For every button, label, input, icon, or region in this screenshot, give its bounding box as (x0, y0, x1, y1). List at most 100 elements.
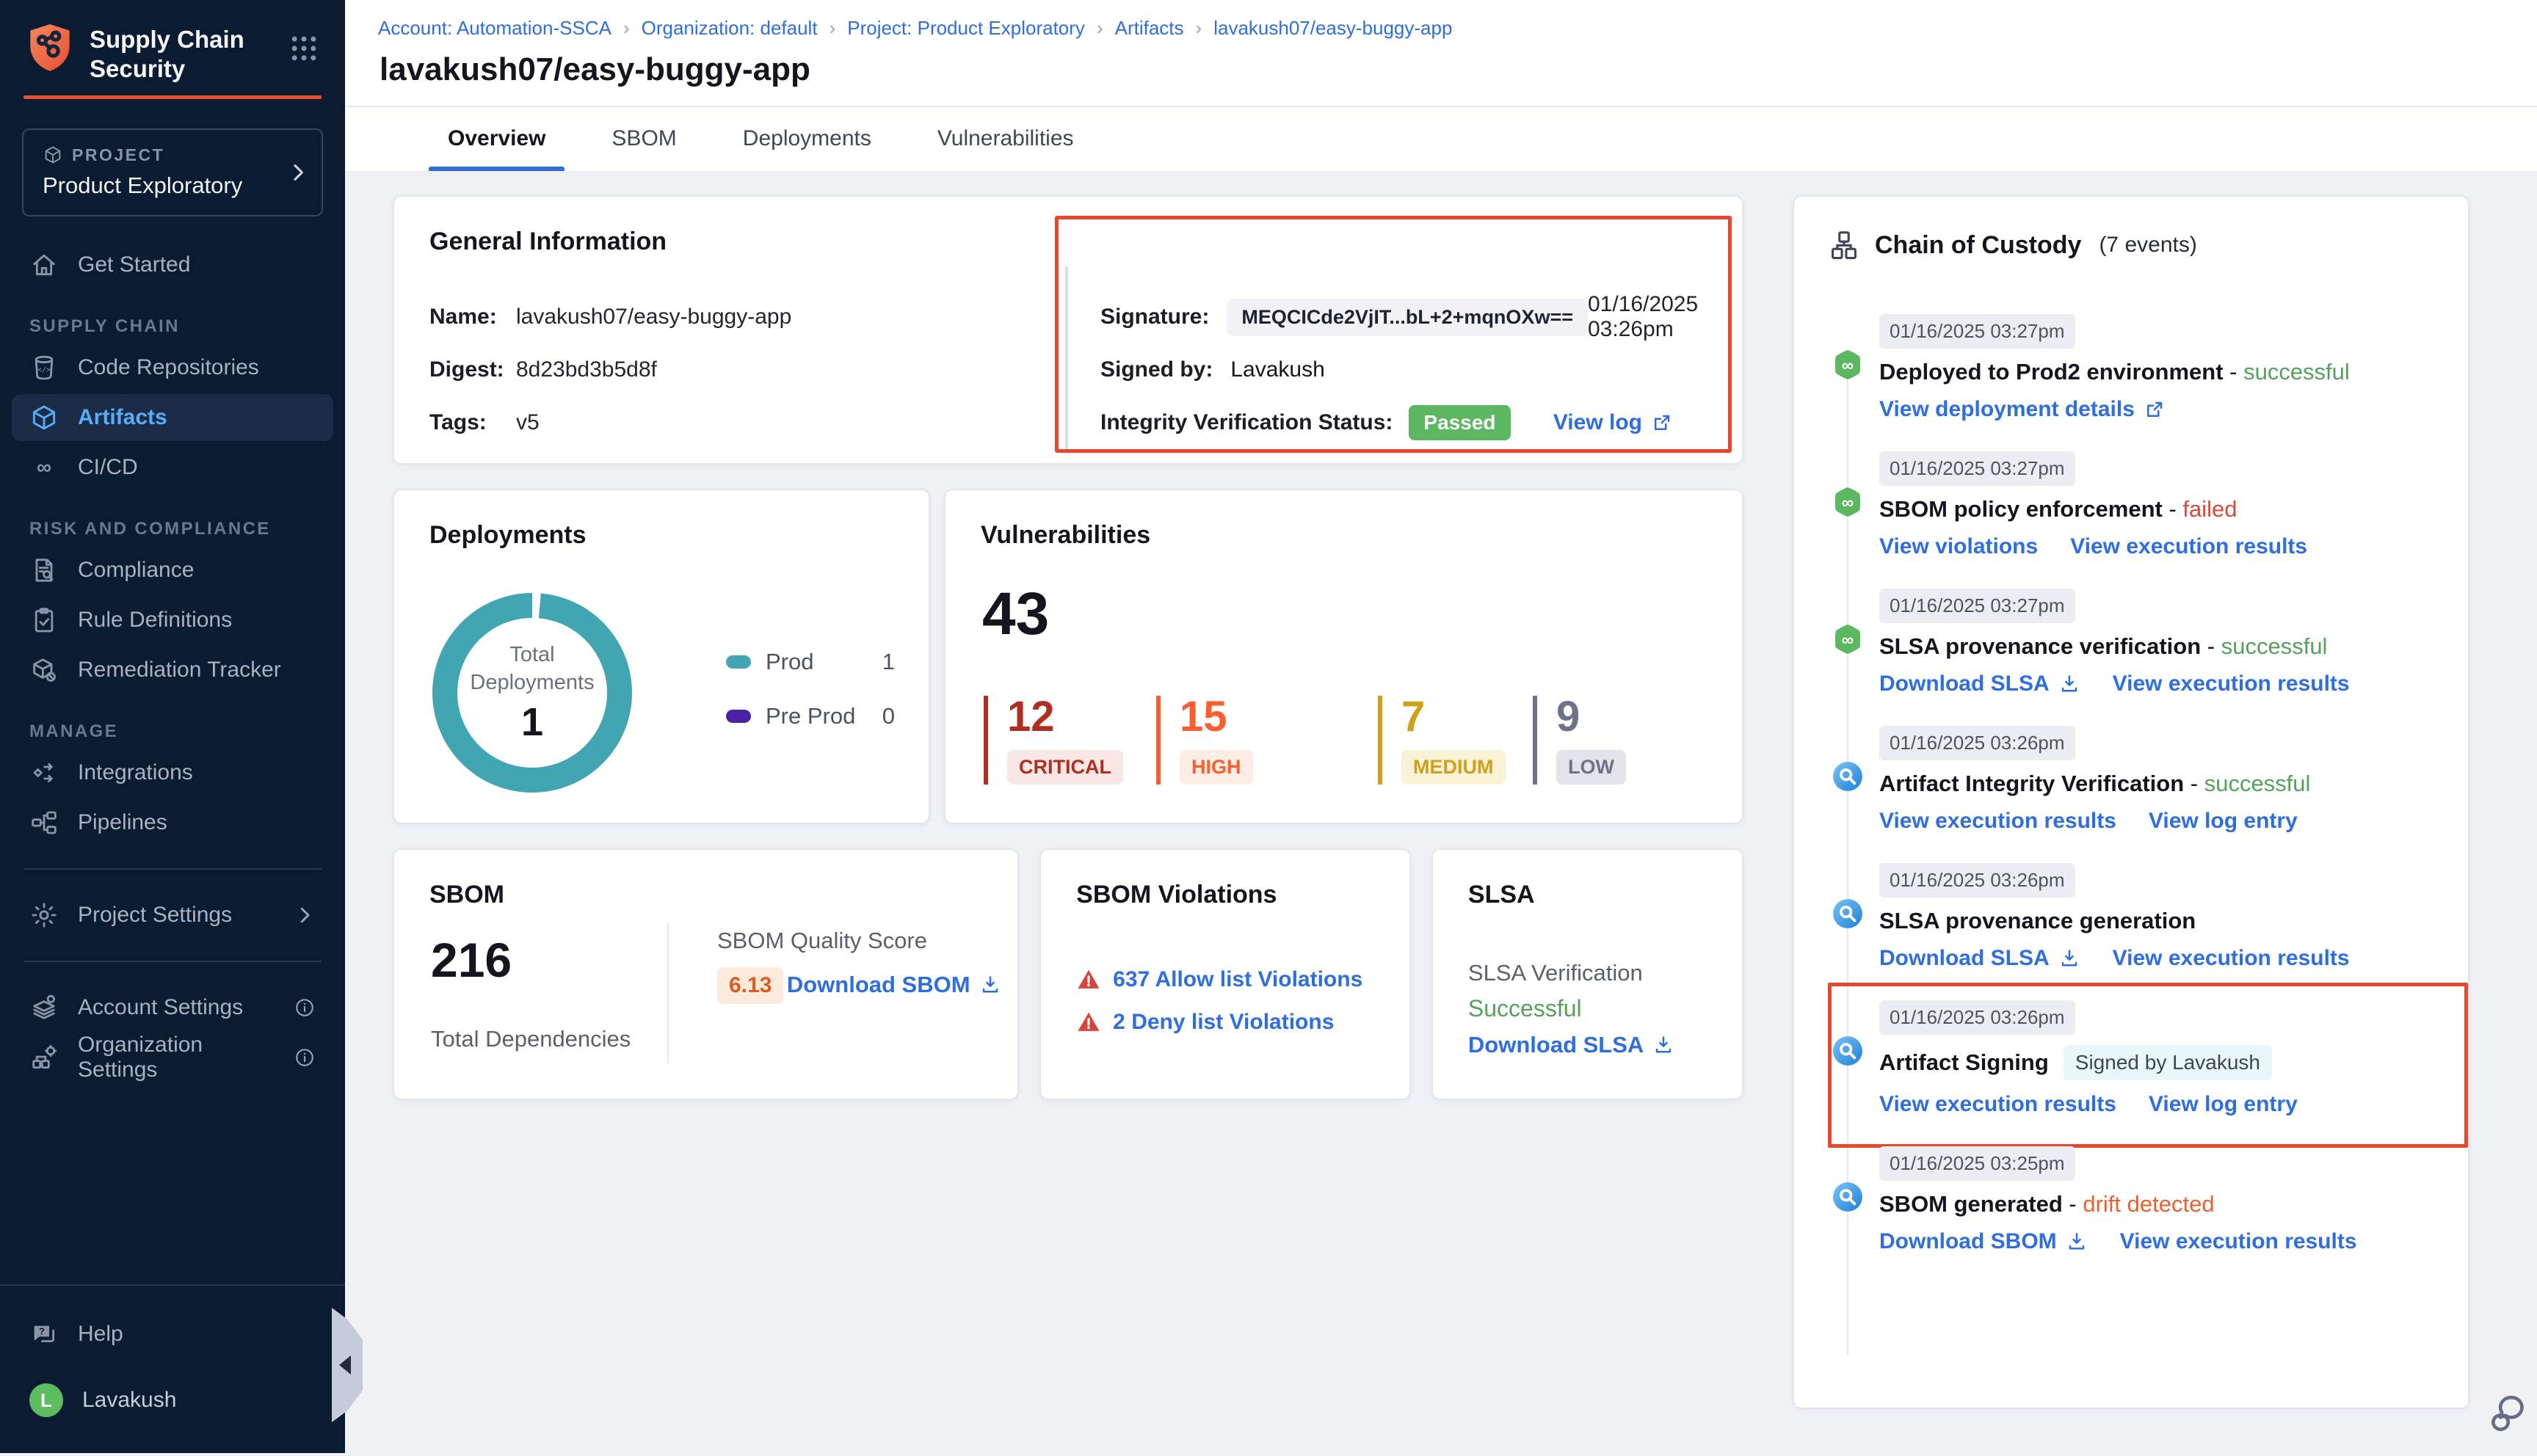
user-avatar: L (29, 1383, 63, 1417)
sidebar-item-compliance[interactable]: Compliance (12, 547, 333, 594)
field-value: v5 (516, 410, 540, 435)
nav-divider (23, 868, 322, 870)
breadcrumb-link[interactable]: lavakush07/easy-buggy-app (1213, 17, 1452, 40)
download-icon (2058, 947, 2080, 969)
legend-label: Prod (766, 649, 813, 675)
sidebar-item-project-settings[interactable]: Project Settings (12, 892, 333, 939)
sidebar-item-pipelines[interactable]: Pipelines (12, 799, 333, 846)
sidebar-item-ci-cd[interactable]: ∞CI/CD (12, 444, 333, 491)
breadcrumb-link[interactable]: Organization: default (642, 17, 818, 40)
event-status: failed (2182, 496, 2237, 523)
event-link-download-slsa[interactable]: Download SLSA (1879, 946, 2080, 971)
event-link-view-execution-results[interactable]: View execution results (1879, 809, 2116, 834)
event-status: successful (2204, 771, 2311, 797)
event-link-view-log-entry[interactable]: View log entry (2149, 809, 2298, 834)
integrity-status-badge: Passed (1409, 405, 1510, 440)
project-selector[interactable]: PROJECT Product Exploratory (22, 128, 323, 216)
main-area: Account: Automation-SSCA › Organization: d… (345, 0, 2537, 1453)
sidebar-item-integrations[interactable]: Integrations (12, 749, 333, 796)
event-link-view-deployment-details[interactable]: View deployment details (1879, 397, 2166, 422)
warning-triangle-icon (1076, 967, 1101, 992)
sidebar-item-get-started[interactable]: Get Started (12, 241, 333, 288)
external-link-icon (1651, 412, 1673, 434)
gear-icon (29, 900, 59, 930)
sidebar-item-artifacts[interactable]: Artifacts (12, 394, 333, 441)
sbom-violations-card: SBOM Violations 637 Allow list Violation… (1039, 848, 1411, 1100)
hierarchy-icon (1828, 229, 1860, 261)
clipboard-check-icon (29, 605, 59, 635)
timeline-event-sbom-generated: 01/16/2025 03:25pmSBOM generated - drift… (1829, 1146, 2433, 1254)
collapse-left-arrow-icon (339, 1355, 351, 1375)
breadcrumb-link[interactable]: Artifacts (1115, 17, 1184, 40)
sidebar-item-account-settings[interactable]: Account Settings (12, 984, 333, 1031)
sidebar-item-rule-definitions[interactable]: Rule Definitions (12, 597, 333, 644)
field-label: Tags: (429, 410, 516, 435)
sidebar-item-organization-settings[interactable]: Organization Settings (12, 1034, 333, 1081)
tab-vulnerabilities[interactable]: Vulnerabilities (918, 107, 1093, 171)
violation-link[interactable]: 2 Deny list Violations (1113, 1010, 1334, 1035)
event-link-download-slsa[interactable]: Download SLSA (1879, 671, 2080, 696)
legend-item-pre-prod: Pre Prod0 (726, 703, 895, 729)
event-links: Download SBOM View execution results (1879, 1229, 2433, 1254)
event-timestamp: 01/16/2025 03:27pm (1879, 451, 2075, 486)
download-icon (1652, 1034, 1674, 1056)
violation-row: 2 Deny list Violations (1076, 1010, 1362, 1035)
sbom-quality-label: SBOM Quality Score (717, 928, 1001, 954)
sidebar-item-remediation-tracker[interactable]: Remediation Tracker (12, 647, 333, 694)
event-link-view-execution-results[interactable]: View execution results (2120, 1229, 2357, 1254)
sidebar-item-label: Account Settings (78, 995, 243, 1020)
event-link-view-execution-results[interactable]: View execution results (2113, 946, 2350, 971)
signed-by-label: Signed by: (1100, 357, 1213, 382)
event-link-download-sbom[interactable]: Download SBOM (1879, 1229, 2088, 1254)
event-links: View execution results View log entry (1879, 1092, 2433, 1117)
severity-badge: HIGH (1180, 750, 1253, 785)
breadcrumb-separator: › (623, 17, 630, 40)
svg-text:∞: ∞ (37, 456, 51, 479)
app-switcher-grid-icon[interactable] (288, 32, 320, 65)
download-slsa-link[interactable]: Download SLSA (1468, 1032, 1674, 1058)
timeline-event-slsa-provenance-generation: 01/16/2025 03:26pmSLSA provenance genera… (1829, 863, 2433, 971)
support-chat-icon[interactable] (2486, 1391, 2528, 1434)
tab-overview[interactable]: Overview (429, 107, 565, 171)
project-selector-label: PROJECT (72, 145, 164, 165)
event-link-view-execution-results[interactable]: View execution results (2070, 534, 2307, 559)
signature-scrollbar[interactable] (1065, 266, 1068, 450)
sidebar-item-label: Get Started (78, 252, 190, 277)
warning-triangle-icon (1076, 1010, 1101, 1035)
event-title: Deployed to Prod2 environment - successf… (1879, 359, 2433, 385)
field-digest: Digest: 8d23bd3b5d8f (429, 343, 791, 396)
event-link-view-execution-results[interactable]: View execution results (2113, 671, 2350, 696)
event-title: SLSA provenance generation (1879, 908, 2433, 934)
general-information-fields: Name: lavakush07/easy-buggy-app Digest: … (429, 291, 791, 449)
sbom-card: SBOM 216 Total Dependencies SBOM Quality… (393, 848, 1019, 1100)
tab-sbom[interactable]: SBOM (592, 107, 695, 171)
severity-count: 7 (1401, 696, 1533, 738)
tab-deployments[interactable]: Deployments (724, 107, 890, 171)
sidebar-item-code-repositories[interactable]: </>Code Repositories (12, 344, 333, 391)
view-log-link[interactable]: View log (1553, 410, 1708, 435)
integrity-label: Integrity Verification Status: (1100, 410, 1393, 435)
breadcrumb-link[interactable]: Project: Product Exploratory (847, 17, 1085, 40)
sbom-divider (667, 923, 669, 1063)
sidebar-logo-row: Supply Chain Security (0, 0, 345, 84)
sidebar-item-help[interactable]: ? Help (12, 1311, 333, 1358)
scan-search-icon (1831, 1180, 1865, 1214)
download-icon (979, 974, 1001, 996)
sidebar-user-menu[interactable]: L Lavakush (12, 1377, 333, 1424)
event-title: SBOM generated - drift detected (1879, 1191, 2433, 1217)
chain-of-custody-title: Chain of Custody (1875, 231, 2081, 260)
violation-row: 637 Allow list Violations (1076, 967, 1362, 992)
event-links: View deployment details (1879, 397, 2433, 422)
download-sbom-link[interactable]: Download SBOM (787, 972, 1001, 998)
violation-link[interactable]: 637 Allow list Violations (1113, 967, 1362, 992)
event-link-view-log-entry[interactable]: View log entry (2149, 1092, 2298, 1117)
scan-search-icon (1831, 897, 1865, 931)
breadcrumb-link[interactable]: Account: Automation-SSCA (378, 17, 611, 40)
page-title: lavakush07/easy-buggy-app (380, 51, 2537, 88)
event-link-view-violations[interactable]: View violations (1879, 534, 2038, 559)
event-link-view-execution-results[interactable]: View execution results (1879, 1092, 2116, 1117)
pipeline-hexagon-icon: ∞ (1831, 622, 1865, 656)
severity-high: 15HIGH (1156, 696, 1378, 785)
sidebar-footer: ? Help L Lavakush (0, 1284, 345, 1453)
event-title: SBOM policy enforcement - failed (1879, 496, 2433, 523)
